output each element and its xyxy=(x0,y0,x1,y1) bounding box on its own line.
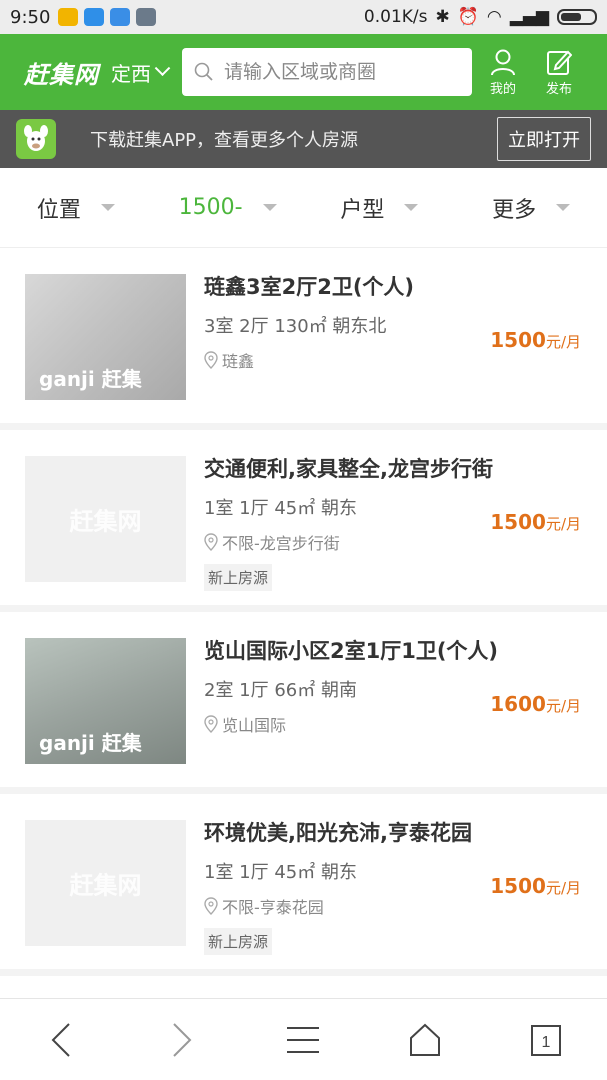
list-item[interactable]: 赶集网 交通便利,家具整全,龙宫步行街 1室 1厅 45㎡ 朝东 不限-龙宫步行… xyxy=(0,430,607,612)
edit-icon xyxy=(547,50,572,75)
bluetooth-icon: ✱ xyxy=(435,7,450,27)
notification-icons xyxy=(58,8,157,26)
alarm-icon: ⏰ xyxy=(457,7,479,27)
new-listing-badge: 新上房源 xyxy=(204,928,273,955)
battery-icon xyxy=(557,9,597,25)
chevron-down-icon xyxy=(154,59,171,76)
filter-label: 位置 xyxy=(36,197,81,223)
listing-title: 环境优美,阳光充沛,亨泰花园 xyxy=(204,821,472,845)
new-listing-badge: 新上房源 xyxy=(204,564,273,591)
location-pin-icon xyxy=(204,351,218,369)
photo-watermark: ganji 赶集 xyxy=(39,731,142,755)
filter-location[interactable]: 位置 xyxy=(0,192,152,224)
dropdown-triangle-icon xyxy=(404,204,419,211)
tabs-button[interactable]: 1 xyxy=(516,1010,576,1070)
back-button[interactable] xyxy=(31,1010,91,1070)
user-icon xyxy=(491,49,515,75)
forward-button[interactable] xyxy=(152,1010,212,1070)
list-item[interactable]: ganji 赶集 琏鑫3室2厅2卫(个人) 3室 2厅 130㎡ 朝东北 琏鑫 … xyxy=(0,248,607,430)
search-icon xyxy=(194,62,213,81)
home-icon xyxy=(409,1023,440,1056)
location-pin-icon xyxy=(204,533,218,551)
photo-watermark: 赶集网 xyxy=(69,507,142,536)
city-selector[interactable]: 定西 xyxy=(111,58,171,87)
listing-price: 1600元/月 xyxy=(490,692,581,716)
app-logo-icon xyxy=(16,119,56,159)
status-time: 9:50 xyxy=(10,6,51,28)
search-input[interactable] xyxy=(224,61,454,83)
home-button[interactable] xyxy=(395,1010,455,1070)
list-item[interactable]: 赶集网 环境优美,阳光充沛,亨泰花园 1室 1厅 45㎡ 朝东 不限-亨泰花园 … xyxy=(0,794,607,976)
post-label: 发布 xyxy=(545,81,572,97)
filter-label: 1500- xyxy=(178,195,243,220)
filter-bar: 位置 1500- 户型 更多 xyxy=(0,168,607,248)
cloud-icon xyxy=(110,8,131,26)
city-label: 定西 xyxy=(111,61,151,86)
listing-list: ganji 赶集 琏鑫3室2厅2卫(个人) 3室 2厅 130㎡ 朝东北 琏鑫 … xyxy=(0,248,607,976)
location-pin-icon xyxy=(204,897,218,915)
photo-watermark: 赶集网 xyxy=(69,871,142,900)
listing-price: 1500元/月 xyxy=(490,510,581,534)
signal-icon: ▂▄▆ xyxy=(509,7,549,27)
menu-button[interactable] xyxy=(273,1010,333,1070)
post-button[interactable]: 发布 xyxy=(534,48,584,97)
tabs-icon: 1 xyxy=(531,1024,562,1056)
app-download-banner: 下载赶集APP，查看更多个人房源 立即打开 xyxy=(0,110,607,168)
filter-more[interactable]: 更多 xyxy=(455,192,607,224)
photo-watermark: ganji 赶集 xyxy=(39,367,142,391)
search-box[interactable] xyxy=(182,48,472,96)
listing-title: 交通便利,家具整全,龙宫步行街 xyxy=(204,457,493,481)
listing-title: 览山国际小区2室1厅1卫(个人) xyxy=(204,639,499,663)
tab-count: 1 xyxy=(542,1034,551,1051)
menu-icon xyxy=(287,1026,320,1053)
app-notification-icon xyxy=(84,8,105,26)
listing-photo: ganji 赶集 xyxy=(25,274,186,400)
filter-label: 更多 xyxy=(492,197,537,223)
ganji-logo[interactable]: 赶集网 xyxy=(24,55,99,90)
filter-label: 户型 xyxy=(340,197,385,223)
filter-layout[interactable]: 户型 xyxy=(304,192,456,224)
mine-button[interactable]: 我的 xyxy=(478,48,528,97)
dropdown-triangle-icon xyxy=(100,204,115,211)
open-app-button[interactable]: 立即打开 xyxy=(497,117,591,161)
wifi-icon: ◠ xyxy=(486,7,502,27)
mine-label: 我的 xyxy=(489,81,516,97)
listing-price: 1500元/月 xyxy=(490,874,581,898)
listing-photo-placeholder: 赶集网 xyxy=(25,820,186,946)
back-arrow-icon xyxy=(51,1022,70,1057)
listing-title: 琏鑫3室2厅2卫(个人) xyxy=(204,275,415,299)
app-notification-icon xyxy=(58,8,79,26)
app-header: 赶集网 定西 我的 发布 xyxy=(0,34,607,110)
listing-price: 1500元/月 xyxy=(490,328,581,352)
status-bar: 9:50 0.01K/s ✱ ⏰ ◠ ▂▄▆ xyxy=(0,0,607,34)
listing-photo-placeholder: 赶集网 xyxy=(25,456,186,582)
browser-bottom-nav: 1 xyxy=(0,998,607,1080)
network-speed: 0.01K/s xyxy=(363,7,428,27)
forward-arrow-icon xyxy=(173,1022,192,1057)
location-pin-icon xyxy=(204,715,218,733)
dropdown-triangle-icon xyxy=(262,204,277,211)
dropdown-triangle-icon xyxy=(556,204,571,211)
doc-icon xyxy=(136,8,157,26)
banner-text: 下载赶集APP，查看更多个人房源 xyxy=(90,130,359,151)
list-item[interactable]: ganji 赶集 览山国际小区2室1厅1卫(个人) 2室 1厅 66㎡ 朝南 览… xyxy=(0,612,607,794)
filter-price[interactable]: 1500- xyxy=(152,195,304,220)
listing-photo: ganji 赶集 xyxy=(25,638,186,764)
